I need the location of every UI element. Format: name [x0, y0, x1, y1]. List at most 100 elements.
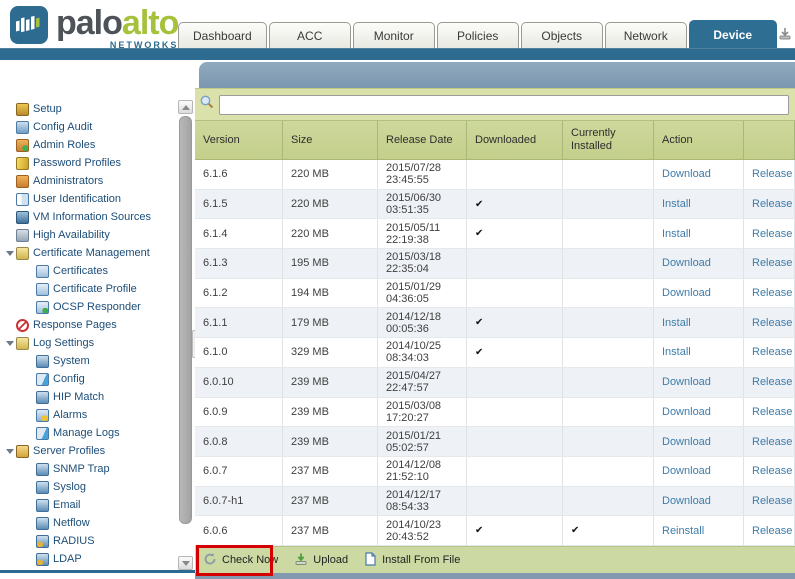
- action-link[interactable]: Install: [662, 317, 743, 329]
- sidebar-item-user-identification[interactable]: User Identification: [0, 190, 178, 208]
- sidebar-item-label: User Identification: [33, 193, 121, 205]
- column-header-version[interactable]: Version: [195, 121, 283, 159]
- action-link[interactable]: Download: [662, 436, 743, 448]
- sidebar-item-alarms[interactable]: Alarms: [0, 406, 178, 424]
- release-notes-link[interactable]: Release Notes: [752, 495, 794, 507]
- sidebar-item-email[interactable]: Email: [0, 496, 178, 514]
- release-notes-link[interactable]: Release Notes: [752, 346, 794, 358]
- sidebar-item-response-pages[interactable]: Response Pages: [0, 316, 178, 334]
- tab-monitor[interactable]: Monitor: [353, 22, 435, 48]
- action-link[interactable]: Install: [662, 346, 743, 358]
- version-cell: 6.0.9: [195, 398, 283, 427]
- column-header-size[interactable]: Size: [283, 121, 378, 159]
- sidebar-item-ocsp-responder[interactable]: OCSP Responder: [0, 298, 178, 316]
- release-date-cell: 2014/12/1800:05:36: [378, 308, 467, 337]
- sidebar-item-server-profiles[interactable]: Server Profiles: [0, 442, 178, 460]
- ocsp-responder-icon: [36, 301, 49, 314]
- sidebar-item-config[interactable]: Config: [0, 370, 178, 388]
- expand-arrow-icon[interactable]: [4, 337, 16, 349]
- release-notes-link[interactable]: Release Notes: [752, 257, 794, 269]
- column-header-action[interactable]: Action: [654, 121, 744, 159]
- release-notes-link[interactable]: Release Notes: [752, 376, 794, 388]
- sidebar-item-admin-roles[interactable]: Admin Roles: [0, 136, 178, 154]
- release-notes-link[interactable]: Release Notes: [752, 406, 794, 418]
- sidebar-item-netflow[interactable]: Netflow: [0, 514, 178, 532]
- certificate-management-icon: [16, 247, 29, 260]
- action-link[interactable]: Download: [662, 168, 743, 180]
- tree-spacer: [24, 535, 36, 547]
- sidebar-item-ldap[interactable]: LDAP: [0, 550, 178, 568]
- action-link[interactable]: Download: [662, 287, 743, 299]
- time-line: 17:20:27: [386, 412, 466, 424]
- sidebar-item-radius[interactable]: RADIUS: [0, 532, 178, 550]
- version-cell: 6.0.7: [195, 457, 283, 486]
- sidebar-item-high-availability[interactable]: High Availability: [0, 226, 178, 244]
- release-notes-link[interactable]: Release Notes: [752, 525, 794, 537]
- sidebar-scrollbar: [178, 100, 193, 570]
- tree-spacer: [24, 427, 36, 439]
- search-input[interactable]: [219, 95, 789, 115]
- sidebar-item-administrators[interactable]: Administrators: [0, 172, 178, 190]
- action-link[interactable]: Install: [662, 228, 743, 240]
- sidebar-item-manage-logs[interactable]: Manage Logs: [0, 424, 178, 442]
- release-notes-link[interactable]: Release Notes: [752, 228, 794, 240]
- commit-icon[interactable]: [777, 26, 793, 42]
- sidebar-item-label: Syslog: [53, 481, 86, 493]
- expand-arrow-icon[interactable]: [4, 247, 16, 259]
- sidebar-item-certificate-profile[interactable]: Certificate Profile: [0, 280, 178, 298]
- sidebar-item-password-profiles[interactable]: Password Profiles: [0, 154, 178, 172]
- sidebar-item-setup[interactable]: Setup: [0, 100, 178, 118]
- scroll-up-button[interactable]: [178, 100, 193, 114]
- release-notes-link[interactable]: Release Notes: [752, 168, 794, 180]
- scroll-down-button[interactable]: [178, 556, 193, 570]
- release-notes-link[interactable]: Release Notes: [752, 317, 794, 329]
- action-link[interactable]: Download: [662, 465, 743, 477]
- action-link[interactable]: Download: [662, 257, 743, 269]
- action-link[interactable]: Install: [662, 198, 743, 210]
- column-header-release_date[interactable]: Release Date: [378, 121, 467, 159]
- sidebar-item-config-audit[interactable]: Config Audit: [0, 118, 178, 136]
- tab-device[interactable]: Device: [689, 20, 777, 48]
- action-link[interactable]: Reinstall: [662, 525, 743, 537]
- sidebar-item-certificate-management[interactable]: Certificate Management: [0, 244, 178, 262]
- sidebar-item-snmp-trap[interactable]: SNMP Trap: [0, 460, 178, 478]
- release-notes-cell: Release Notes: [744, 516, 795, 545]
- log-settings-icon: [16, 337, 29, 350]
- column-header-downloaded[interactable]: Downloaded: [467, 121, 563, 159]
- sidebar-item-vm-information-sources[interactable]: VM Information Sources: [0, 208, 178, 226]
- tab-acc[interactable]: ACC: [269, 22, 351, 48]
- expand-arrow-icon[interactable]: [4, 445, 16, 457]
- tree-spacer: [4, 175, 16, 187]
- column-header-release_notes[interactable]: [744, 121, 795, 159]
- release-notes-link[interactable]: Release Notes: [752, 465, 794, 477]
- tab-dashboard[interactable]: Dashboard: [178, 22, 267, 48]
- install-from-file-button[interactable]: Install From File: [364, 552, 460, 569]
- action-link[interactable]: Download: [662, 495, 743, 507]
- release-notes-link[interactable]: Release Notes: [752, 198, 794, 210]
- sidebar-item-log-settings[interactable]: Log Settings: [0, 334, 178, 352]
- sidebar-item-system[interactable]: System: [0, 352, 178, 370]
- table-row: 6.1.1179 MB2014/12/1800:05:36✔InstallRel…: [195, 308, 795, 338]
- triangle-down-icon: [6, 251, 14, 256]
- sidebar-item-certificates[interactable]: Certificates: [0, 262, 178, 280]
- tree-spacer: [24, 481, 36, 493]
- sidebar-item-kerberos[interactable]: Kerberos: [0, 568, 178, 573]
- sidebar-item-hip-match[interactable]: HIP Match: [0, 388, 178, 406]
- release-notes-link[interactable]: Release Notes: [752, 287, 794, 299]
- sidebar-item-label: LDAP: [53, 553, 82, 565]
- column-header-currently_installed[interactable]: Currently Installed: [563, 121, 654, 159]
- release-date-cell: 2015/03/0817:20:27: [378, 398, 467, 427]
- check-now-button[interactable]: Check Now: [203, 552, 278, 569]
- sidebar-item-syslog[interactable]: Syslog: [0, 478, 178, 496]
- version-cell: 6.0.8: [195, 427, 283, 456]
- tab-objects[interactable]: Objects: [521, 22, 603, 48]
- action-link[interactable]: Download: [662, 406, 743, 418]
- scrollbar-thumb[interactable]: [179, 116, 192, 524]
- upload-button[interactable]: Upload: [294, 552, 348, 569]
- release-notes-link[interactable]: Release Notes: [752, 436, 794, 448]
- tab-policies[interactable]: Policies: [437, 22, 519, 48]
- action-link[interactable]: Download: [662, 376, 743, 388]
- release-notes-cell: Release Notes: [744, 249, 795, 278]
- size-cell: 237 MB: [283, 516, 378, 545]
- tab-network[interactable]: Network: [605, 22, 687, 48]
